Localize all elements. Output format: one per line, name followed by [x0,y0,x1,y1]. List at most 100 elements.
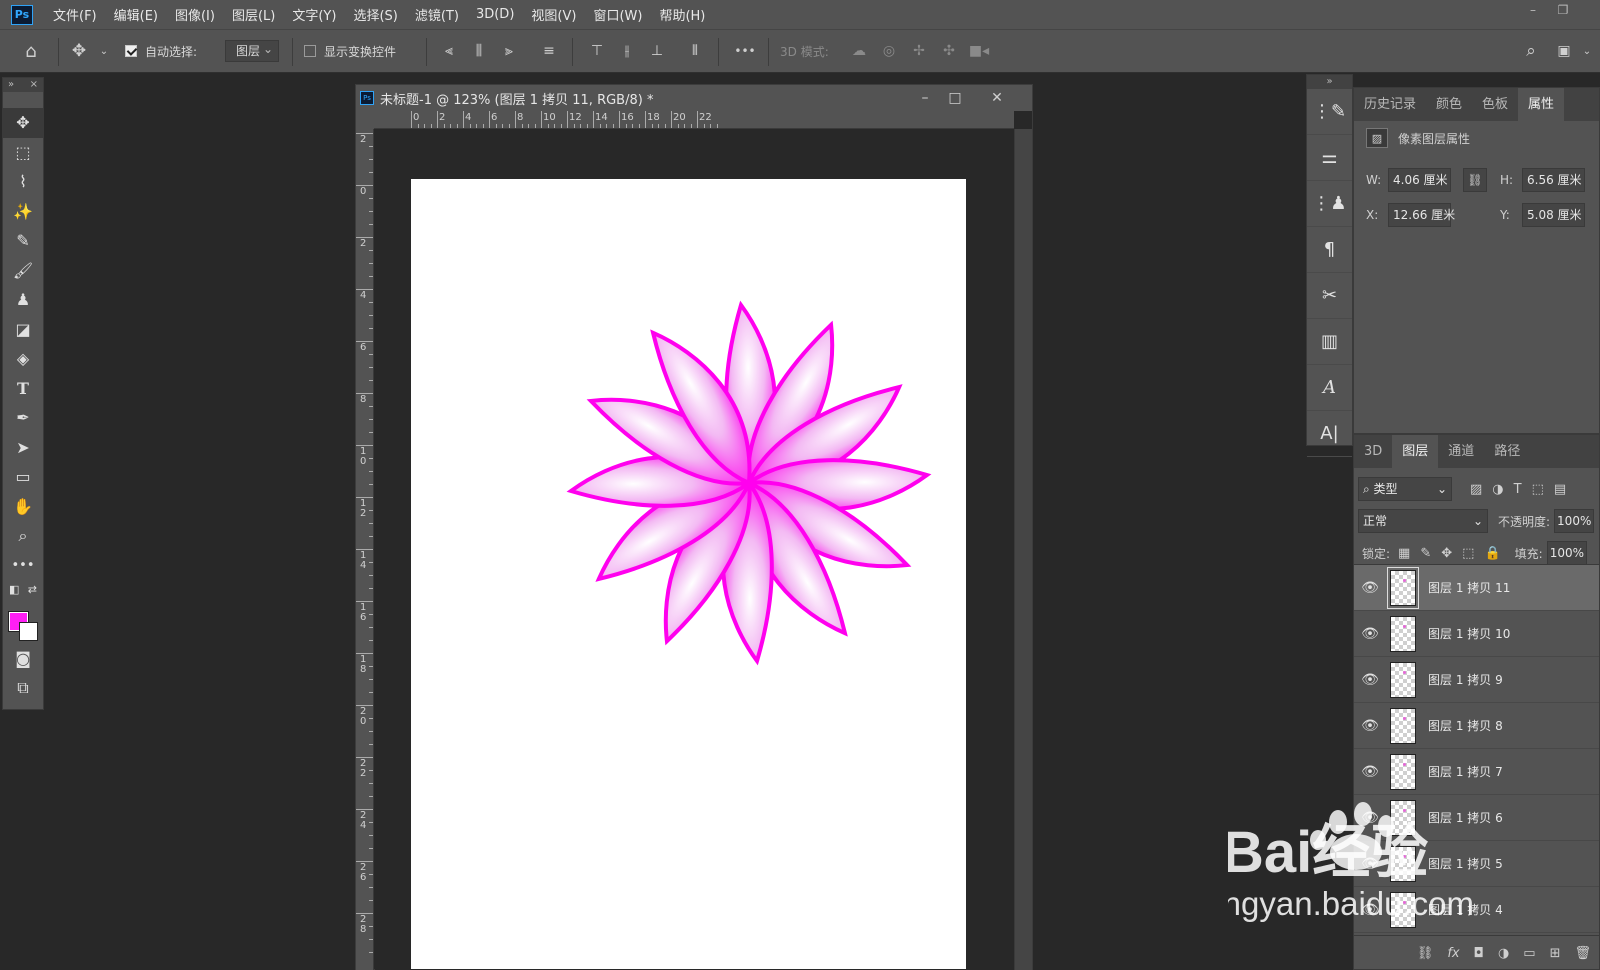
expand-icon[interactable]: » [8,78,14,92]
layer-row[interactable]: 👁 图层 1 拷贝 7 [1354,749,1599,795]
align-horizontal-center-icon[interactable]: ⫼ [468,40,490,62]
tab-swatches[interactable]: 色板 [1472,88,1518,121]
move-tool-icon[interactable]: ✥ [3,108,43,138]
dock-expand-icon[interactable]: » [1307,75,1352,89]
new-group-folder-icon[interactable]: ▭ [1523,946,1535,961]
opacity-field[interactable]: 100% [1554,509,1595,533]
layer-filter-icons[interactable]: ▨◑T⬚▤ [1470,482,1576,497]
layer-row[interactable]: 👁 图层 1 拷贝 10 [1354,611,1599,657]
height-field[interactable]: 6.56 厘米 [1522,168,1585,192]
layer-row[interactable]: 👁 图层 1 拷贝 11 [1354,565,1599,611]
vertical-ruler[interactable]: 2 0 2 4 6 8 1 0 1 2 1 4 1 6 1 8 2 0 2 2 2 4 2 6 2 8 [356,129,374,970]
tab-properties[interactable]: 属性 [1518,88,1565,121]
preset-chevron-down-icon[interactable]: ⌄ [93,40,115,62]
clone-source-icon[interactable]: ⋮♟ [1307,181,1352,227]
layer-style-fx-icon[interactable]: fx [1447,946,1459,961]
quick-mask-icon[interactable]: ◙ [3,644,43,674]
rectangle-tool-icon[interactable]: ▭ [3,462,43,492]
path-selection-tool-icon[interactable]: ➤ [3,433,43,463]
pen-tool-icon[interactable]: ✒ [3,403,43,433]
type-tool-icon[interactable]: T [3,374,43,404]
menu-image[interactable]: 图像(I) [175,5,215,24]
background-color-swatch[interactable] [19,622,38,641]
auto-select-checkbox[interactable] [125,45,137,57]
search-icon[interactable]: ⌕ [1520,40,1542,62]
3d-camera-icon[interactable]: ■◂ [968,40,990,62]
libraries-icon[interactable]: ▥ [1307,319,1352,365]
layer-row[interactable]: 👁 图层 1 拷贝 9 [1354,657,1599,703]
tab-3d[interactable]: 3D [1354,435,1392,468]
close-panel-icon[interactable]: × [30,78,38,92]
menu-layer[interactable]: 图层(L) [232,5,275,24]
lock-position-icon[interactable]: ✥ [1441,546,1462,561]
document-minimize-icon[interactable]: – [913,88,937,108]
add-mask-icon[interactable]: ◘ [1474,946,1484,961]
lock-image-icon[interactable]: ✎ [1420,546,1441,561]
clone-stamp-tool-icon[interactable]: ♟ [3,285,43,315]
document-maximize-icon[interactable]: □ [943,88,967,108]
brush-settings-icon[interactable]: ⋮✎ [1307,89,1352,135]
visibility-eye-icon[interactable]: 👁 [1354,626,1386,642]
glyphs-icon[interactable]: A [1307,365,1352,411]
lock-transparent-icon[interactable]: ▦ [1398,546,1420,561]
align-left-icon[interactable]: ⫷ [438,40,460,62]
ruler-origin[interactable] [356,111,374,129]
filter-shape-icon[interactable]: ⬚ [1532,482,1554,497]
x-field[interactable]: 12.66 厘米 [1388,203,1455,227]
tool-presets-icon[interactable]: ✂ [1307,273,1352,319]
home-icon[interactable]: ⌂ [20,40,42,62]
lock-icons[interactable]: ▦✎✥⬚🔒 [1398,546,1511,561]
adjustment-layer-icon[interactable]: ◑ [1498,946,1509,961]
document-titlebar[interactable]: Ps 未标题-1 @ 123% (图层 1 拷贝 11, RGB/8) * – … [356,85,1032,111]
align-vertical-center-icon[interactable]: ⫲ [616,40,638,62]
paint-bucket-tool-icon[interactable]: ◈ [3,344,43,374]
menu-edit[interactable]: 编辑(E) [114,5,158,24]
workspace-chevron-down-icon[interactable]: ⌄ [1576,40,1598,62]
brush-tool-icon[interactable]: 🖌 [3,256,43,286]
lasso-tool-icon[interactable]: ⌇ [3,167,43,197]
filter-smart-object-icon[interactable]: ▤ [1554,482,1576,497]
horizontal-ruler[interactable]: 0 2 4 6 8 10 12 14 16 18 20 22 [374,111,1014,129]
visibility-eye-icon[interactable]: 👁 [1354,764,1386,780]
vertical-scrollbar[interactable] [1014,129,1032,970]
swap-colors-icon[interactable]: ⇄ [28,583,37,596]
show-transform-controls-checkbox[interactable] [304,45,316,57]
lock-artboard-icon[interactable]: ⬚ [1462,546,1484,561]
link-layers-icon[interactable]: ⛓ [1417,946,1434,961]
fill-field[interactable]: 100% [1546,541,1587,565]
layer-row[interactable]: 👁 图层 1 拷贝 8 [1354,703,1599,749]
workspace-icon[interactable]: ▣ [1553,40,1575,62]
screen-mode-icon[interactable]: ⧉ [3,674,43,704]
canvas-area[interactable] [375,129,1014,970]
hand-tool-icon[interactable]: ✋ [3,492,43,522]
tab-paths[interactable]: 路径 [1484,435,1530,468]
distribute-horizontal-icon[interactable]: ⦀ [684,40,706,62]
visibility-eye-icon[interactable]: 👁 [1354,718,1386,734]
magic-wand-tool-icon[interactable]: ✨ [3,197,43,227]
tab-color[interactable]: 颜色 [1426,88,1472,121]
auto-select-target-dropdown[interactable]: 图层 [225,39,280,62]
move-tool-preset-icon[interactable]: ✥ [68,40,90,62]
adjustments-sliders-icon[interactable]: ⚌ [1307,135,1352,181]
zoom-tool-icon[interactable]: ⌕ [3,521,43,551]
tab-channels[interactable]: 通道 [1438,435,1484,468]
width-field[interactable]: 4.06 厘米 [1388,168,1451,192]
document-canvas[interactable] [411,179,966,969]
menu-help[interactable]: 帮助(H) [659,5,705,24]
default-colors-icon[interactable]: ◧ [9,583,19,596]
blend-mode-dropdown[interactable]: 正常 ⌄ [1358,509,1488,533]
tools-panel-header[interactable]: » × [3,78,43,92]
more-options-icon[interactable]: ••• [734,40,756,62]
filter-adjustment-icon[interactable]: ◑ [1492,482,1513,497]
restore-app-icon[interactable]: ❐ [1552,3,1574,23]
align-right-icon[interactable]: ⫸ [498,40,520,62]
link-proportions-icon[interactable]: ⛓ [1463,168,1487,192]
3d-pan-icon[interactable]: ✢ [908,40,930,62]
y-field[interactable]: 5.08 厘米 [1522,203,1585,227]
align-bottom-icon[interactable]: ⊥ [646,40,668,62]
minimize-app-icon[interactable]: – [1522,3,1544,23]
filter-pixel-icon[interactable]: ▨ [1470,482,1492,497]
filter-type-icon[interactable]: T [1514,482,1532,497]
menu-view[interactable]: 视图(V) [531,5,576,24]
menu-filter[interactable]: 滤镜(T) [415,5,459,24]
